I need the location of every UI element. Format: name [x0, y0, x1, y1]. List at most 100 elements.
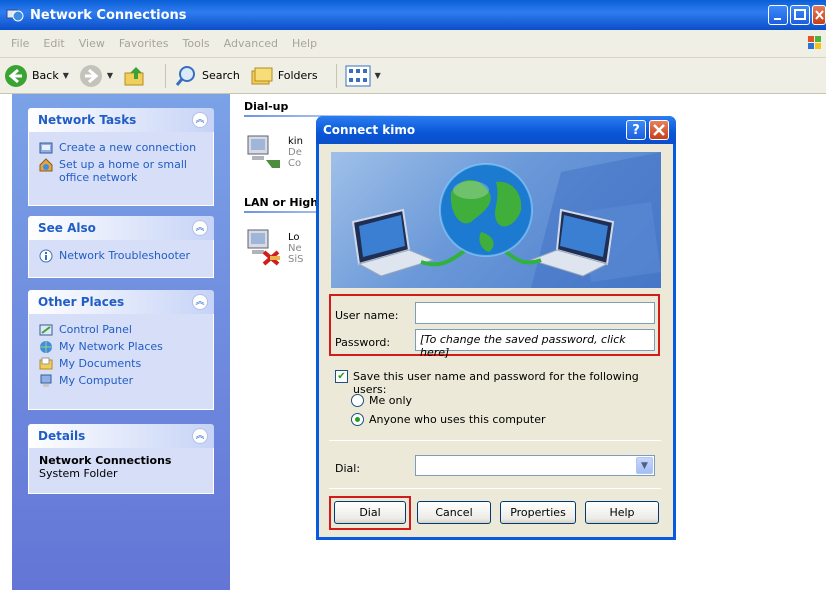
details-panel: Details ︽ Network Connections System Fol… — [28, 424, 214, 494]
lan-section-header: LAN or High- — [244, 196, 323, 209]
me-only-label: Me only — [369, 394, 413, 407]
details-header[interactable]: Details ︽ — [28, 424, 214, 448]
toolbar: Back ▼ ▼ Search Folders ▼ — [0, 58, 826, 94]
new-connection-icon — [39, 142, 53, 154]
radio-selected-dot — [355, 417, 360, 422]
collapse-chevron-icon[interactable]: ︽ — [192, 220, 208, 236]
chevron-down-icon[interactable]: ▼ — [636, 457, 653, 474]
minimize-button[interactable] — [768, 5, 788, 25]
anyone-label: Anyone who uses this computer — [369, 413, 546, 426]
my-documents-link[interactable]: My Documents — [39, 357, 205, 371]
task-label: Network Troubleshooter — [59, 249, 191, 262]
collapse-chevron-icon[interactable]: ︽ — [192, 294, 208, 310]
dial-number-select[interactable]: ▼ — [415, 455, 655, 476]
dialup-connection-icon[interactable] — [244, 132, 284, 172]
back-dropdown-icon[interactable]: ▼ — [63, 71, 69, 80]
views-icon — [345, 65, 371, 86]
my-network-places-link[interactable]: My Network Places — [39, 340, 205, 354]
network-tasks-title: Network Tasks — [38, 113, 137, 127]
menu-view[interactable]: View — [72, 37, 112, 50]
menu-advanced[interactable]: Advanced — [217, 37, 285, 50]
username-input[interactable] — [415, 302, 655, 324]
create-connection-link[interactable]: Create a new connection — [39, 141, 205, 155]
up-folder-icon — [124, 66, 144, 85]
password-input[interactable]: [To change the saved password, click her… — [415, 329, 655, 359]
network-tasks-header[interactable]: Network Tasks ︽ — [28, 108, 214, 132]
maximize-icon — [794, 9, 806, 20]
search-icon — [175, 65, 196, 86]
dialog-title-bar[interactable]: Connect kimo — [316, 116, 676, 144]
info-icon — [39, 249, 53, 263]
menu-help[interactable]: Help — [285, 37, 324, 50]
dialog-help-button[interactable]: ? — [626, 120, 646, 140]
network-tasks-panel: Network Tasks ︽ Create a new connection … — [28, 108, 214, 206]
search-label: Search — [202, 69, 240, 82]
other-places-panel: Other Places ︽ Control Panel My Network … — [28, 290, 214, 410]
windows-logo-icon — [808, 36, 821, 49]
properties-button[interactable]: Properties — [500, 501, 576, 524]
search-button[interactable]: Search — [174, 64, 240, 88]
save-password-checkbox[interactable]: ✔ — [335, 370, 348, 383]
collapse-chevron-icon[interactable]: ︽ — [192, 112, 208, 128]
task-pane: Network Tasks ︽ Create a new connection … — [12, 94, 230, 590]
up-folder-button[interactable] — [123, 64, 147, 88]
menu-file[interactable]: File — [4, 37, 36, 50]
maximize-button[interactable] — [790, 5, 810, 25]
lan-device: SiS — [288, 254, 304, 265]
folders-icon — [251, 67, 273, 84]
see-also-header[interactable]: See Also ︽ — [28, 216, 214, 240]
anyone-radio[interactable] — [351, 413, 364, 426]
dial-label: Dial: — [335, 462, 361, 475]
task-label: My Documents — [59, 357, 142, 370]
views-dropdown-icon[interactable]: ▼ — [375, 71, 381, 80]
forward-button[interactable]: ▼ — [79, 64, 113, 88]
control-panel-icon — [39, 324, 53, 336]
menu-tools[interactable]: Tools — [176, 37, 217, 50]
dialog-body: User name: Password: [To change the save… — [319, 144, 673, 537]
other-places-title: Other Places — [38, 295, 125, 309]
window-title-bar[interactable]: Network Connections — [0, 0, 826, 30]
home-network-link[interactable]: Set up a home or small office network — [39, 158, 205, 184]
lan-connection-icon[interactable] — [244, 226, 284, 266]
my-computer-link[interactable]: My Computer — [39, 374, 205, 388]
lan-connection-label[interactable]: Lo Ne SiS — [288, 232, 303, 265]
back-button[interactable]: Back ▼ — [4, 64, 69, 88]
toolbar-separator — [335, 63, 337, 88]
details-title: Details — [38, 429, 86, 443]
dial-button[interactable]: Dial — [334, 501, 406, 524]
save-password-label: Save this user name and password for the… — [353, 370, 639, 396]
username-label: User name: — [335, 309, 399, 322]
collapse-chevron-icon[interactable]: ︽ — [192, 428, 208, 444]
other-places-header[interactable]: Other Places ︽ — [28, 290, 214, 314]
back-label: Back — [32, 69, 59, 82]
connect-dialog: Connect kimo ? User name: Password: [To … — [316, 116, 676, 540]
views-button[interactable]: ▼ — [345, 65, 381, 87]
dialup-device: Co — [288, 158, 302, 169]
cancel-button[interactable]: Cancel — [417, 501, 491, 524]
details-name: Network Connections — [39, 454, 172, 467]
forward-dropdown-icon[interactable]: ▼ — [107, 71, 113, 80]
folders-button[interactable]: Folders — [250, 64, 318, 88]
password-label: Password: — [335, 336, 391, 349]
menu-favorites[interactable]: Favorites — [112, 37, 176, 50]
help-button[interactable]: Help — [585, 501, 659, 524]
control-panel-link[interactable]: Control Panel — [39, 323, 205, 337]
dialup-section-header: Dial-up — [244, 100, 289, 113]
me-only-radio[interactable] — [351, 394, 364, 407]
dialup-connection-label[interactable]: kin De Co — [288, 136, 303, 169]
network-places-icon — [40, 341, 52, 353]
minimize-icon — [774, 18, 781, 20]
dialog-divider — [329, 440, 661, 441]
network-troubleshooter-link[interactable]: Network Troubleshooter — [39, 249, 205, 263]
dialog-divider — [329, 488, 661, 489]
close-button[interactable] — [812, 5, 826, 25]
task-label: Control Panel — [59, 323, 132, 336]
dialup-name: kin — [288, 136, 303, 147]
dialup-status: De — [288, 147, 302, 158]
connected-computers-illustration — [351, 152, 661, 288]
dialog-close-button[interactable] — [649, 120, 669, 140]
menu-edit[interactable]: Edit — [36, 37, 71, 50]
back-arrow-icon — [5, 64, 27, 87]
see-also-title: See Also — [38, 221, 96, 235]
task-label: My Computer — [59, 374, 134, 387]
